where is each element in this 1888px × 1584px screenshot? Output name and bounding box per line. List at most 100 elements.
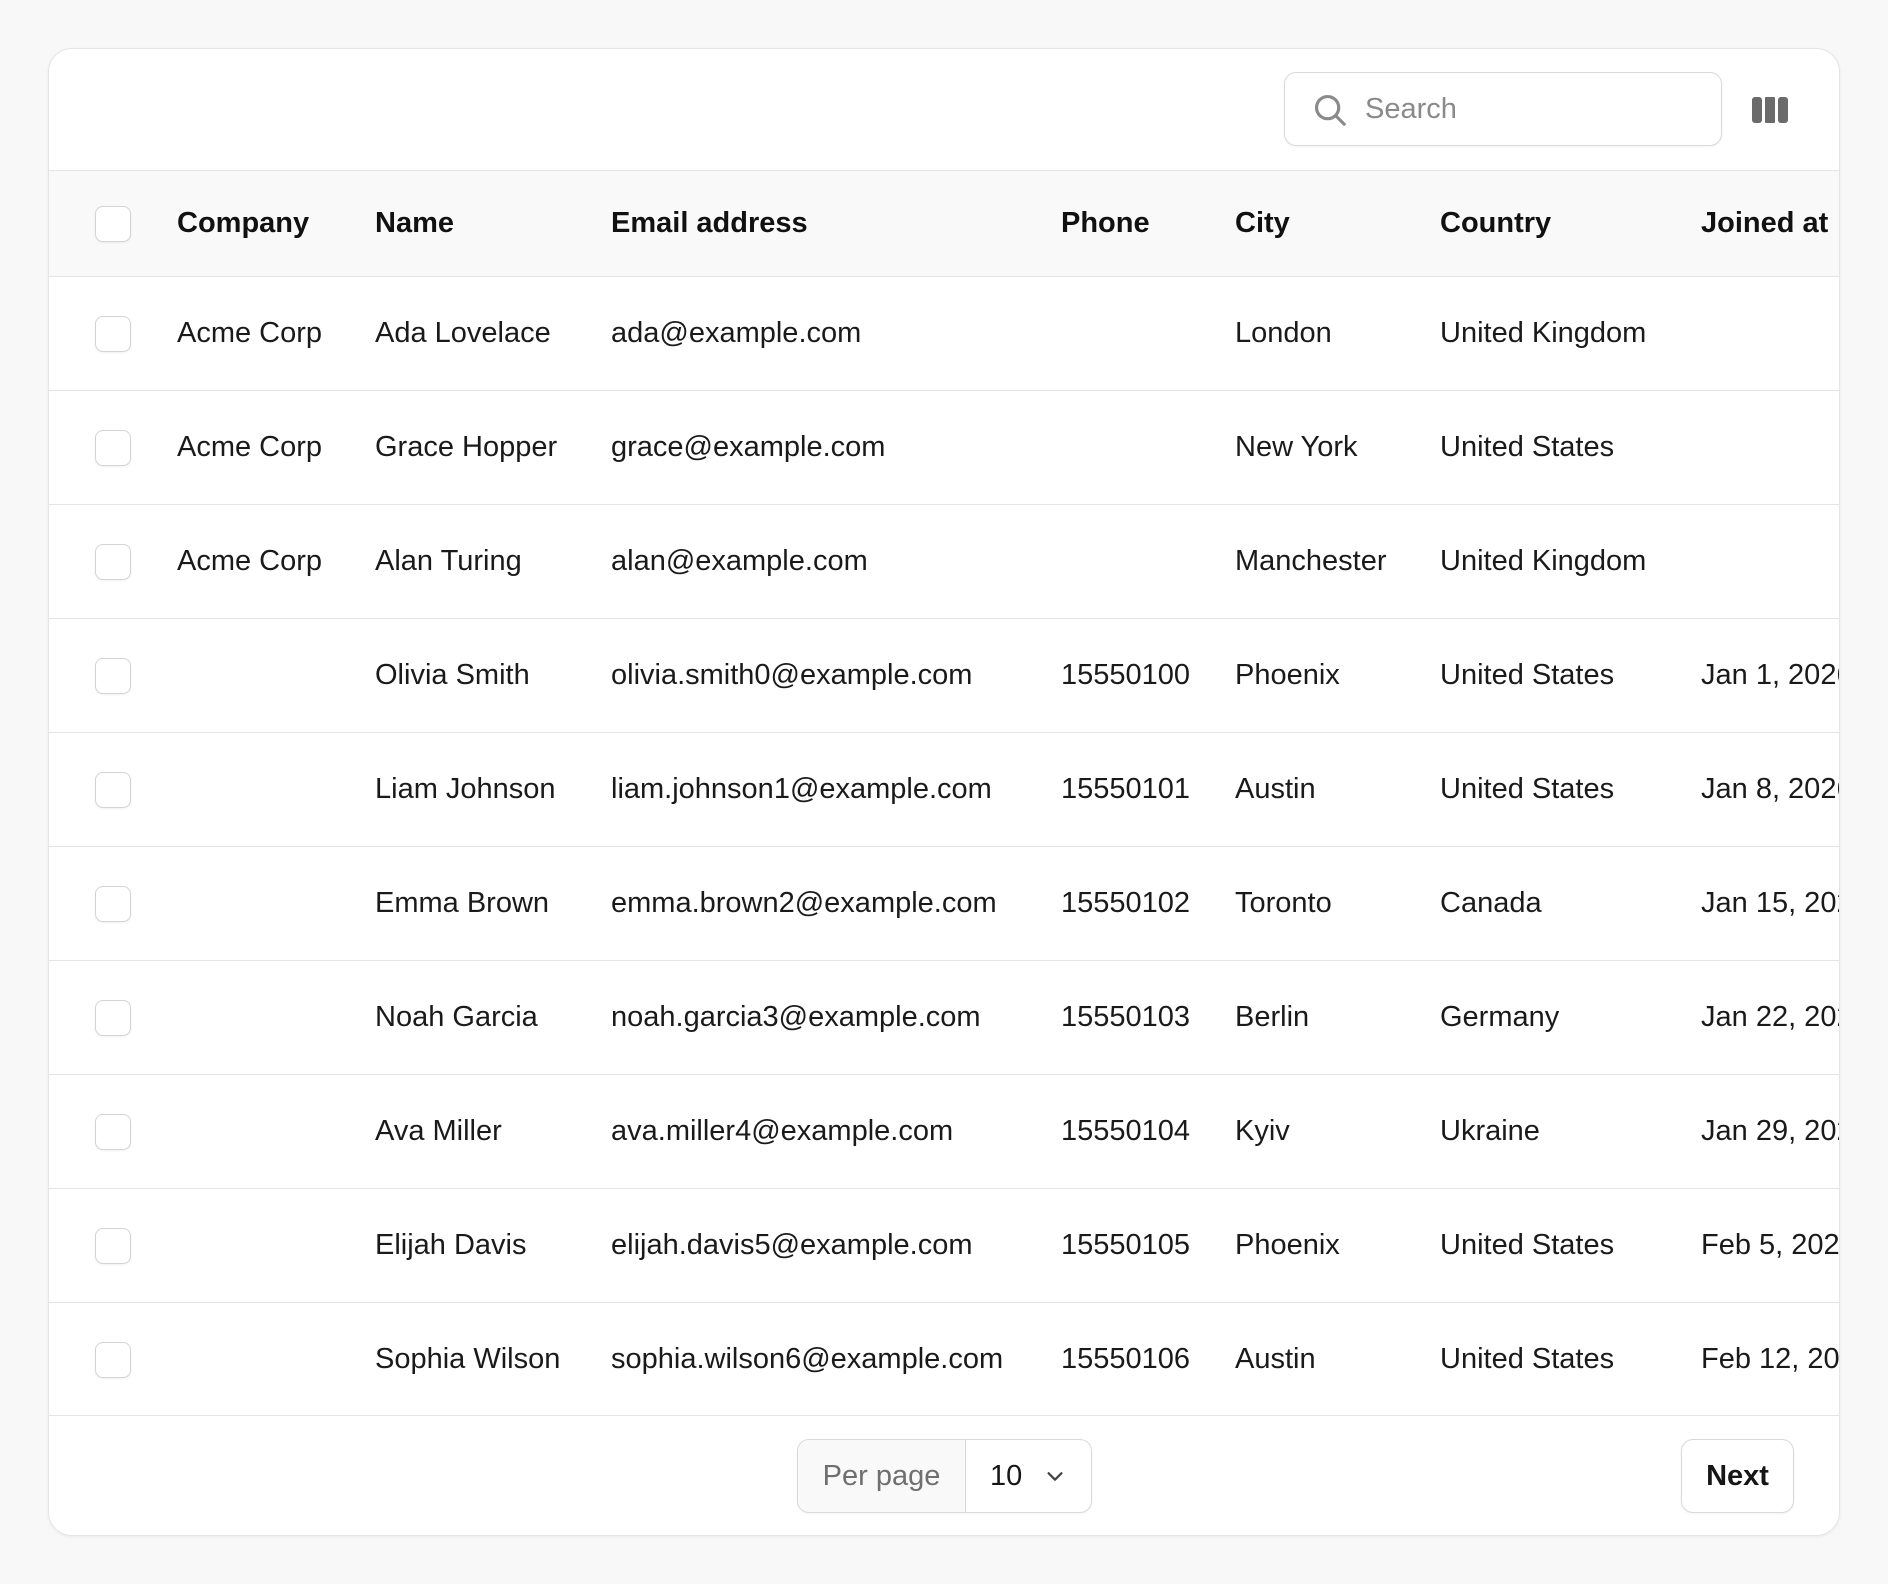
cell-phone: 15550106 <box>1061 1343 1191 1376</box>
row-select-checkbox[interactable] <box>95 999 131 1036</box>
cell-city: Kyiv <box>1235 1115 1290 1147</box>
cell-company <box>177 733 375 847</box>
cell-name: Emma Brown <box>375 887 550 919</box>
table-row[interactable]: Ava Miller ava.miller4@example.com 1555010… <box>49 1075 1839 1189</box>
table-row[interactable]: Acme Corp Alan Turing alan@example.com Manc… <box>49 505 1839 619</box>
cell-country: Ukraine <box>1440 1115 1540 1147</box>
table-scroll-area[interactable]: Company Name Email address Phone City Co… <box>49 170 1840 1416</box>
table-row[interactable]: Liam Johnson liam.johnson1@example.com 155… <box>49 733 1840 847</box>
cell-city: Berlin <box>1235 1001 1310 1033</box>
cell-name: Noah Garcia <box>375 1001 538 1033</box>
cell-company: Acme Corp <box>177 317 323 349</box>
cell-city: New York <box>1235 431 1358 463</box>
row-select-checkbox[interactable] <box>95 1341 131 1378</box>
cell-name: Elijah Davis <box>375 1229 527 1261</box>
cell-city: Austin <box>1235 773 1316 805</box>
row-select-checkbox[interactable] <box>95 1227 131 1264</box>
table-row[interactable]: Elijah Davis elijah.davis5@example.com 155… <box>49 1189 1840 1303</box>
cell-phone: 15550105 <box>1061 1229 1191 1261</box>
cell-name: Grace Hopper <box>375 431 558 463</box>
cell-email: elijah.davis5@example.com <box>611 1229 973 1261</box>
cell-email: olivia.smith0@example.com <box>611 659 973 691</box>
cell-name: Alan Turing <box>375 545 522 577</box>
row-select-checkbox[interactable] <box>95 885 131 922</box>
cell-company <box>177 1303 375 1416</box>
cell-city: Manchester <box>1235 545 1387 577</box>
next-page-button[interactable]: Next <box>1681 1439 1794 1513</box>
row-select-checkbox[interactable] <box>95 657 131 694</box>
cell-city: Austin <box>1235 1343 1316 1376</box>
cell-email: sophia.wilson6@example.com <box>611 1343 1004 1376</box>
table-row[interactable]: Acme Corp Ada Lovelace ada@example.com Lond… <box>49 277 1839 391</box>
per-page-label: Per page <box>798 1440 966 1512</box>
cell-company <box>177 1189 375 1303</box>
cell-joined-at: Jan 22, 2026 <box>1701 1001 1839 1033</box>
cell-country: United States <box>1440 1229 1615 1261</box>
row-select-checkbox[interactable] <box>95 429 131 466</box>
cell-email: emma.brown2@example.com <box>611 887 997 919</box>
per-page-control: Per page 10 <box>797 1439 1092 1513</box>
cell-joined-at: Jan 29, 2026 <box>1701 1115 1839 1147</box>
table-toolbar <box>49 49 1839 170</box>
cell-country: United Kingdom <box>1440 545 1647 577</box>
table-body: Acme Corp Ada Lovelace ada@example.com Lond… <box>49 277 1840 1416</box>
cell-company: Acme Corp <box>177 545 323 577</box>
cell-country: Canada <box>1440 887 1542 919</box>
cell-joined-at: Feb 12, 2026 <box>1701 1343 1840 1376</box>
cell-joined-at: Jan 8, 2026 <box>1701 773 1840 805</box>
table-row[interactable]: Acme Corp Grace Hopper grace@example.com Ne… <box>49 391 1839 505</box>
cell-email: liam.johnson1@example.com <box>611 773 992 805</box>
cell-email: ava.miller4@example.com <box>611 1115 954 1147</box>
row-select-checkbox[interactable] <box>95 771 131 808</box>
column-header-country[interactable]: Country <box>1440 171 1701 277</box>
cell-joined-at: Jan 1, 2026 <box>1701 659 1840 691</box>
search-icon <box>1314 94 1346 126</box>
column-header-company[interactable]: Company <box>177 171 375 277</box>
select-all-checkbox[interactable] <box>95 205 131 242</box>
columns-icon <box>1752 97 1788 123</box>
cell-phone: 15550101 <box>1061 773 1191 805</box>
cell-country: United States <box>1440 773 1615 805</box>
search-input[interactable] <box>1365 83 1705 135</box>
cell-city: Toronto <box>1235 887 1332 919</box>
cell-country: United States <box>1440 659 1615 691</box>
search-box[interactable] <box>1284 72 1722 146</box>
cell-country: Germany <box>1440 1001 1560 1033</box>
per-page-value: 10 <box>990 1459 1023 1492</box>
cell-company <box>177 1075 375 1189</box>
table-row[interactable]: Emma Brown emma.brown2@example.com 1555010… <box>49 847 1839 961</box>
cell-city: London <box>1235 317 1332 349</box>
cell-joined-at: Jan 15, 2026 <box>1701 887 1839 919</box>
table-row[interactable]: Olivia Smith olivia.smith0@example.com 155… <box>49 619 1840 733</box>
row-select-checkbox[interactable] <box>95 1113 131 1150</box>
table-header-row: Company Name Email address Phone City Co… <box>49 170 1839 277</box>
cell-email: alan@example.com <box>611 545 868 577</box>
cell-company <box>177 619 375 733</box>
row-select-checkbox[interactable] <box>95 543 131 580</box>
cell-phone: 15550104 <box>1061 1115 1191 1147</box>
cell-phone: 15550100 <box>1061 659 1191 691</box>
column-header-joined-at[interactable]: Joined at <box>1701 171 1839 277</box>
per-page-select[interactable]: 10 <box>966 1440 1091 1512</box>
data-table-card: Company Name Email address Phone City Co… <box>48 48 1840 1536</box>
cell-email: noah.garcia3@example.com <box>611 1001 981 1033</box>
column-header-phone[interactable]: Phone <box>1061 171 1235 277</box>
cell-joined-at: Feb 5, 2026 <box>1701 1229 1840 1261</box>
table-row[interactable]: Sophia Wilson sophia.wilson6@example.com 1… <box>49 1303 1840 1416</box>
cell-country: United States <box>1440 431 1615 463</box>
column-header-email[interactable]: Email address <box>611 171 1061 277</box>
cell-email: grace@example.com <box>611 431 886 463</box>
cell-name: Liam Johnson <box>375 773 556 805</box>
column-header-name[interactable]: Name <box>375 171 611 277</box>
cell-company <box>177 961 375 1075</box>
cell-country: United States <box>1440 1343 1615 1376</box>
cell-phone <box>1061 505 1235 619</box>
row-select-checkbox[interactable] <box>95 315 131 352</box>
column-header-city[interactable]: City <box>1235 171 1440 277</box>
cell-name: Olivia Smith <box>375 659 530 691</box>
column-toggle-button[interactable] <box>1749 89 1791 131</box>
table-row[interactable]: Noah Garcia noah.garcia3@example.com 15550… <box>49 961 1839 1075</box>
cell-joined-at <box>1701 391 1839 505</box>
cell-phone: 15550102 <box>1061 887 1191 919</box>
cell-country: United Kingdom <box>1440 317 1647 349</box>
